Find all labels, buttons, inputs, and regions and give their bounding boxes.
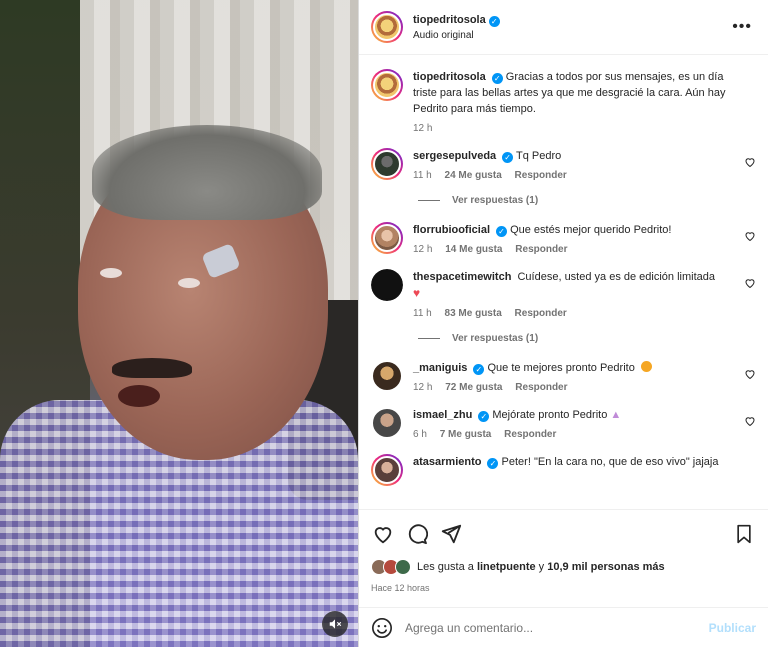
speaker-muted-icon (329, 619, 342, 629)
avatar[interactable] (371, 222, 403, 254)
avatar[interactable] (371, 148, 403, 180)
heart-icon (374, 526, 392, 543)
avatar[interactable] (371, 407, 403, 439)
post-video[interactable] (0, 0, 358, 647)
liker-username[interactable]: linetpuente (477, 561, 536, 573)
side-panel: tiopedritosola ✓ Audio original ••• tiope… (358, 0, 768, 647)
comment-text: Tq Pedro (516, 150, 562, 162)
bookmark-icon (737, 524, 751, 543)
reply-button[interactable]: Responder (515, 170, 567, 181)
likes-summary: Les gusta a linetpuente y 10,9 mil perso… (359, 557, 768, 577)
caption: tiopedritosola ✓ Gracias a todos por sus … (371, 69, 756, 134)
comment-username[interactable]: ismael_zhu (413, 409, 472, 421)
paper-plane-icon (441, 524, 462, 543)
heart-outline-icon[interactable] (744, 230, 756, 242)
verified-icon: ✓ (496, 226, 507, 237)
like-button[interactable] (371, 522, 395, 546)
comment-likes[interactable]: 24 Me gusta (445, 170, 502, 181)
view-replies-button[interactable]: Ver respuestas (1) (418, 195, 756, 206)
comment-username[interactable]: sergesepulveda (413, 150, 496, 162)
comment-time: 12 h (413, 382, 433, 393)
save-button[interactable] (732, 522, 756, 546)
verified-icon: ✓ (473, 364, 485, 375)
comment-time: 11 h (413, 170, 432, 181)
reply-button[interactable]: Responder (504, 429, 556, 440)
post-header: tiopedritosola ✓ Audio original ••• (359, 0, 768, 55)
verified-icon: ✓ (478, 411, 490, 422)
comment-username[interactable]: florrubiooficial (413, 224, 490, 236)
heart-outline-icon[interactable] (744, 415, 756, 427)
comment-input[interactable] (405, 620, 709, 635)
verified-icon: ✓ (487, 458, 499, 469)
comment-time: 6 h (413, 429, 427, 440)
verified-icon: ✓ (502, 152, 514, 163)
comment-likes[interactable]: 72 Me gusta (445, 382, 502, 393)
action-bar (359, 509, 768, 557)
comment-username[interactable]: atasarmiento (413, 456, 481, 468)
instagram-post-view: tiopedritosola ✓ Audio original ••• tiope… (0, 0, 768, 647)
caption-time: 12 h (413, 123, 433, 134)
praying-hands-icon: ▲ (610, 409, 622, 421)
verified-icon: ✓ (491, 73, 503, 84)
comment: thespacetimewitch Cuídese, usted ya es d… (371, 269, 756, 319)
mute-button[interactable] (322, 611, 348, 637)
heart-emoji-icon: ♥ (413, 286, 421, 300)
liker-avatars (371, 559, 411, 575)
comment-text: Que estés mejor querido Pedrito! (510, 224, 672, 236)
comment-likes[interactable]: 83 Me gusta (445, 308, 502, 319)
comment-text: Peter! "En la cara no, que de eso vivo" … (501, 456, 719, 468)
comment-likes[interactable]: 7 Me gusta (440, 429, 492, 440)
avatar[interactable] (371, 69, 403, 101)
reply-button[interactable]: Responder (515, 382, 567, 393)
view-replies-button[interactable]: Ver respuestas (1) (418, 333, 756, 344)
audio-link[interactable]: Audio original (413, 30, 728, 41)
comment-text: Cuídese, usted ya es de edición limitada (517, 271, 715, 283)
heart-outline-icon[interactable] (744, 277, 756, 289)
comment-bubble-icon (408, 523, 428, 544)
share-button[interactable] (439, 522, 463, 546)
comment-time: 12 h (413, 244, 433, 255)
comment: ismael_zhu ✓ Mejórate pronto Pedrito ▲ 6 … (371, 407, 756, 440)
verified-icon: ✓ (488, 15, 500, 27)
likes-count[interactable]: 10,9 mil personas más (547, 561, 664, 573)
comment: _maniguis ✓ Que te mejores pronto Pedrito… (371, 360, 756, 393)
post-username[interactable]: tiopedritosola (413, 14, 486, 26)
post-time: Hace 12 horas (371, 583, 430, 593)
avatar[interactable] (371, 11, 403, 43)
comment-text: Que te mejores pronto Pedrito (487, 362, 635, 374)
comment-text: Mejórate pronto Pedrito (492, 409, 608, 421)
comments-list[interactable]: tiopedritosola ✓ Gracias a todos por sus … (359, 55, 768, 509)
comment-username[interactable]: thespacetimewitch (413, 271, 511, 283)
comment-likes[interactable]: 14 Me gusta (445, 244, 502, 255)
avatar[interactable] (371, 360, 403, 392)
heart-outline-icon[interactable] (744, 156, 756, 168)
comment: sergesepulveda ✓ Tq Pedro 11 h 24 Me gust… (371, 148, 756, 181)
comment: atasarmiento ✓ Peter! "En la cara no, que… (371, 454, 756, 486)
avatar[interactable] (371, 269, 403, 301)
publish-button[interactable]: Publicar (709, 621, 756, 635)
heart-outline-icon[interactable] (744, 368, 756, 380)
kiss-face-icon (640, 361, 652, 372)
comment: florrubiooficial ✓ Que estés mejor querid… (371, 222, 756, 255)
reply-button[interactable]: Responder (515, 244, 567, 255)
add-comment-bar: Publicar (359, 607, 768, 647)
reply-button[interactable]: Responder (515, 308, 567, 319)
emoji-icon[interactable] (371, 617, 393, 639)
avatar[interactable] (371, 454, 403, 486)
caption-username[interactable]: tiopedritosola (413, 71, 486, 83)
comment-button[interactable] (405, 522, 429, 546)
comment-username[interactable]: _maniguis (413, 362, 467, 374)
more-horizontal-icon[interactable]: ••• (728, 14, 756, 40)
comment-time: 11 h (413, 308, 432, 319)
